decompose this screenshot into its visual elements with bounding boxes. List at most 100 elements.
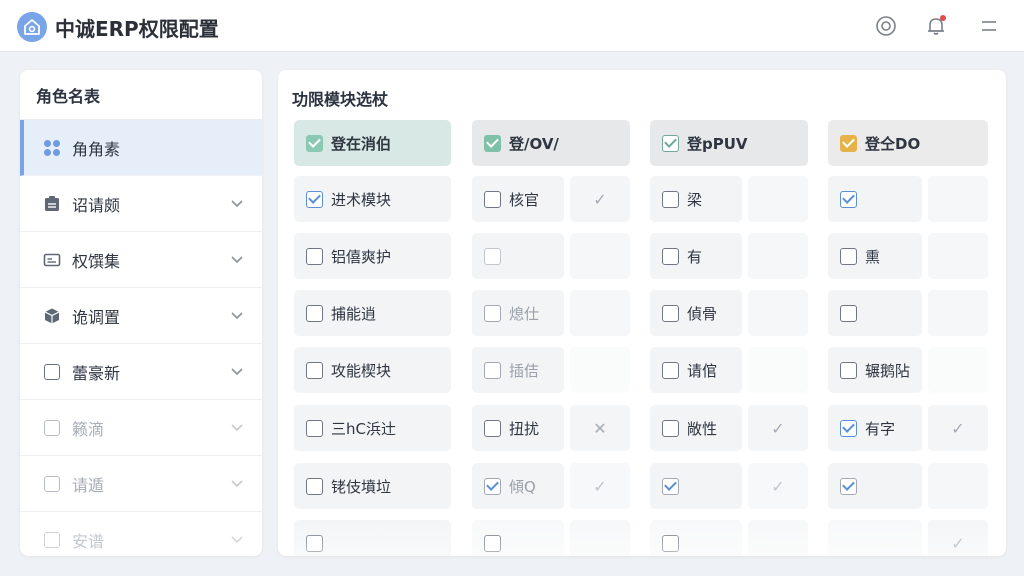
- permission-cell[interactable]: [472, 233, 564, 279]
- chevron-down-icon: [231, 480, 243, 488]
- permission-checkbox[interactable]: [306, 477, 323, 495]
- permission-label: 请倌: [687, 361, 718, 380]
- permission-checkbox[interactable]: [662, 534, 679, 552]
- permission-cell[interactable]: 熄仕: [472, 290, 564, 336]
- permission-label: 插佶: [509, 361, 540, 380]
- permission-deny-mark[interactable]: ✕: [570, 405, 630, 451]
- permission-empty-cell: [748, 347, 808, 393]
- permission-cell[interactable]: [294, 520, 451, 556]
- permission-check-mark[interactable]: ✓: [570, 463, 630, 509]
- permission-cell[interactable]: 有字: [828, 405, 922, 451]
- permission-empty-cell: [928, 233, 988, 279]
- sidebar-item-4[interactable]: 蕾豪新: [20, 344, 262, 400]
- permission-checkbox[interactable]: [662, 190, 679, 208]
- permission-checkbox[interactable]: [306, 304, 323, 322]
- role-sidebar: 角色名表 角角素 诏请颇 权馔集 诡调置 蕾豪新 籁滴 请遁 安谱: [20, 70, 262, 556]
- permission-check-mark[interactable]: ✓: [748, 463, 808, 509]
- column-select-checkbox[interactable]: [484, 134, 501, 152]
- permission-cell[interactable]: 请倌: [650, 347, 742, 393]
- checkbox-icon: [42, 362, 62, 382]
- column-header-label: 登pPUV: [687, 134, 748, 153]
- permission-panel: 功限模块选杖 登在消伯 登/OV/ 登pPUV 登仝DO 进术模块 核官 ✓ 梁: [278, 70, 1006, 556]
- sidebar-item-label: 请遁: [72, 475, 105, 495]
- permission-checkbox[interactable]: [484, 419, 501, 437]
- permission-check-mark[interactable]: ✓: [748, 405, 808, 451]
- sidebar-item-5[interactable]: 籁滴: [20, 400, 262, 456]
- permission-checkbox[interactable]: [840, 247, 857, 265]
- column-select-checkbox[interactable]: [662, 134, 679, 152]
- sidebar-item-0[interactable]: 角角素: [20, 120, 262, 176]
- permission-label: 核官: [509, 190, 540, 209]
- permission-cell[interactable]: [828, 176, 922, 222]
- permission-checkbox[interactable]: [484, 534, 501, 552]
- notification-dot: [940, 15, 946, 21]
- permission-check-mark[interactable]: ✓: [928, 405, 988, 451]
- sidebar-item-6[interactable]: 请遁: [20, 456, 262, 512]
- sidebar-item-label: 权馔集: [72, 251, 121, 271]
- permission-cell[interactable]: 插佶: [472, 347, 564, 393]
- permission-cell[interactable]: 铑伎墳垃: [294, 463, 451, 509]
- column-header-1[interactable]: 登/OV/: [472, 120, 630, 166]
- sidebar-item-3[interactable]: 诡调置: [20, 288, 262, 344]
- permission-checkbox[interactable]: [662, 419, 679, 437]
- permission-checkbox[interactable]: [840, 361, 857, 379]
- permission-checkbox[interactable]: [306, 247, 323, 265]
- menu-icon[interactable]: [975, 12, 1003, 40]
- permission-cell[interactable]: 三hC浜辻: [294, 405, 451, 451]
- permission-label: 铑伎墳垃: [331, 477, 392, 496]
- permission-cell[interactable]: 熏: [828, 233, 922, 279]
- permission-empty-cell: [748, 290, 808, 336]
- permission-cell[interactable]: 核官: [472, 176, 564, 222]
- permission-checkbox[interactable]: [306, 534, 323, 552]
- permission-checkbox[interactable]: [662, 477, 679, 495]
- sidebar-item-2[interactable]: 权馔集: [20, 232, 262, 288]
- permission-cell[interactable]: 捕能逍: [294, 290, 451, 336]
- permission-cell[interactable]: [650, 463, 742, 509]
- column-header-2[interactable]: 登pPUV: [650, 120, 808, 166]
- permission-cell[interactable]: 攻能楔块: [294, 347, 451, 393]
- permission-check-mark[interactable]: ✓: [928, 520, 988, 556]
- bell-icon[interactable]: [922, 12, 950, 40]
- permission-checkbox[interactable]: [484, 304, 501, 322]
- permission-checkbox[interactable]: [840, 477, 857, 495]
- permission-cell[interactable]: 辗鹅阽: [828, 347, 922, 393]
- column-select-checkbox[interactable]: [840, 134, 857, 152]
- permission-cell[interactable]: [828, 463, 922, 509]
- permission-checkbox[interactable]: [662, 361, 679, 379]
- permission-label: 捕能逍: [331, 304, 377, 323]
- permission-checkbox[interactable]: [484, 247, 501, 265]
- settings-icon[interactable]: [872, 12, 900, 40]
- permission-check-mark[interactable]: ✓: [570, 176, 630, 222]
- column-select-checkbox[interactable]: [306, 134, 323, 152]
- permission-checkbox[interactable]: [662, 247, 679, 265]
- permission-empty-cell: [570, 290, 630, 336]
- permission-empty-cell: [570, 233, 630, 279]
- permission-cell[interactable]: 扭扰: [472, 405, 564, 451]
- permission-checkbox[interactable]: [840, 190, 857, 208]
- permission-cell[interactable]: 进术模块: [294, 176, 451, 222]
- permission-checkbox[interactable]: [484, 477, 501, 495]
- column-header-3[interactable]: 登仝DO: [828, 120, 988, 166]
- sidebar-item-1[interactable]: 诏请颇: [20, 176, 262, 232]
- permission-cell[interactable]: 梁: [650, 176, 742, 222]
- permission-checkbox[interactable]: [484, 190, 501, 208]
- sidebar-item-7[interactable]: 安谱: [20, 512, 262, 556]
- permission-cell[interactable]: [828, 290, 922, 336]
- permission-checkbox[interactable]: [840, 419, 857, 437]
- permission-cell[interactable]: [828, 520, 922, 556]
- grid-icon: [42, 138, 62, 158]
- column-header-0[interactable]: 登在消伯: [294, 120, 451, 166]
- permission-checkbox[interactable]: [306, 419, 323, 437]
- permission-checkbox[interactable]: [306, 190, 323, 208]
- permission-cell[interactable]: [472, 520, 564, 556]
- permission-checkbox[interactable]: [306, 361, 323, 379]
- permission-checkbox[interactable]: [662, 304, 679, 322]
- permission-cell[interactable]: [650, 520, 742, 556]
- permission-cell[interactable]: 偵骨: [650, 290, 742, 336]
- permission-checkbox[interactable]: [484, 361, 501, 379]
- permission-cell[interactable]: 有: [650, 233, 742, 279]
- permission-cell[interactable]: 铝僖爽护: [294, 233, 451, 279]
- permission-cell[interactable]: 敞性: [650, 405, 742, 451]
- permission-checkbox[interactable]: [840, 304, 857, 322]
- permission-cell[interactable]: 傾Q: [472, 463, 564, 509]
